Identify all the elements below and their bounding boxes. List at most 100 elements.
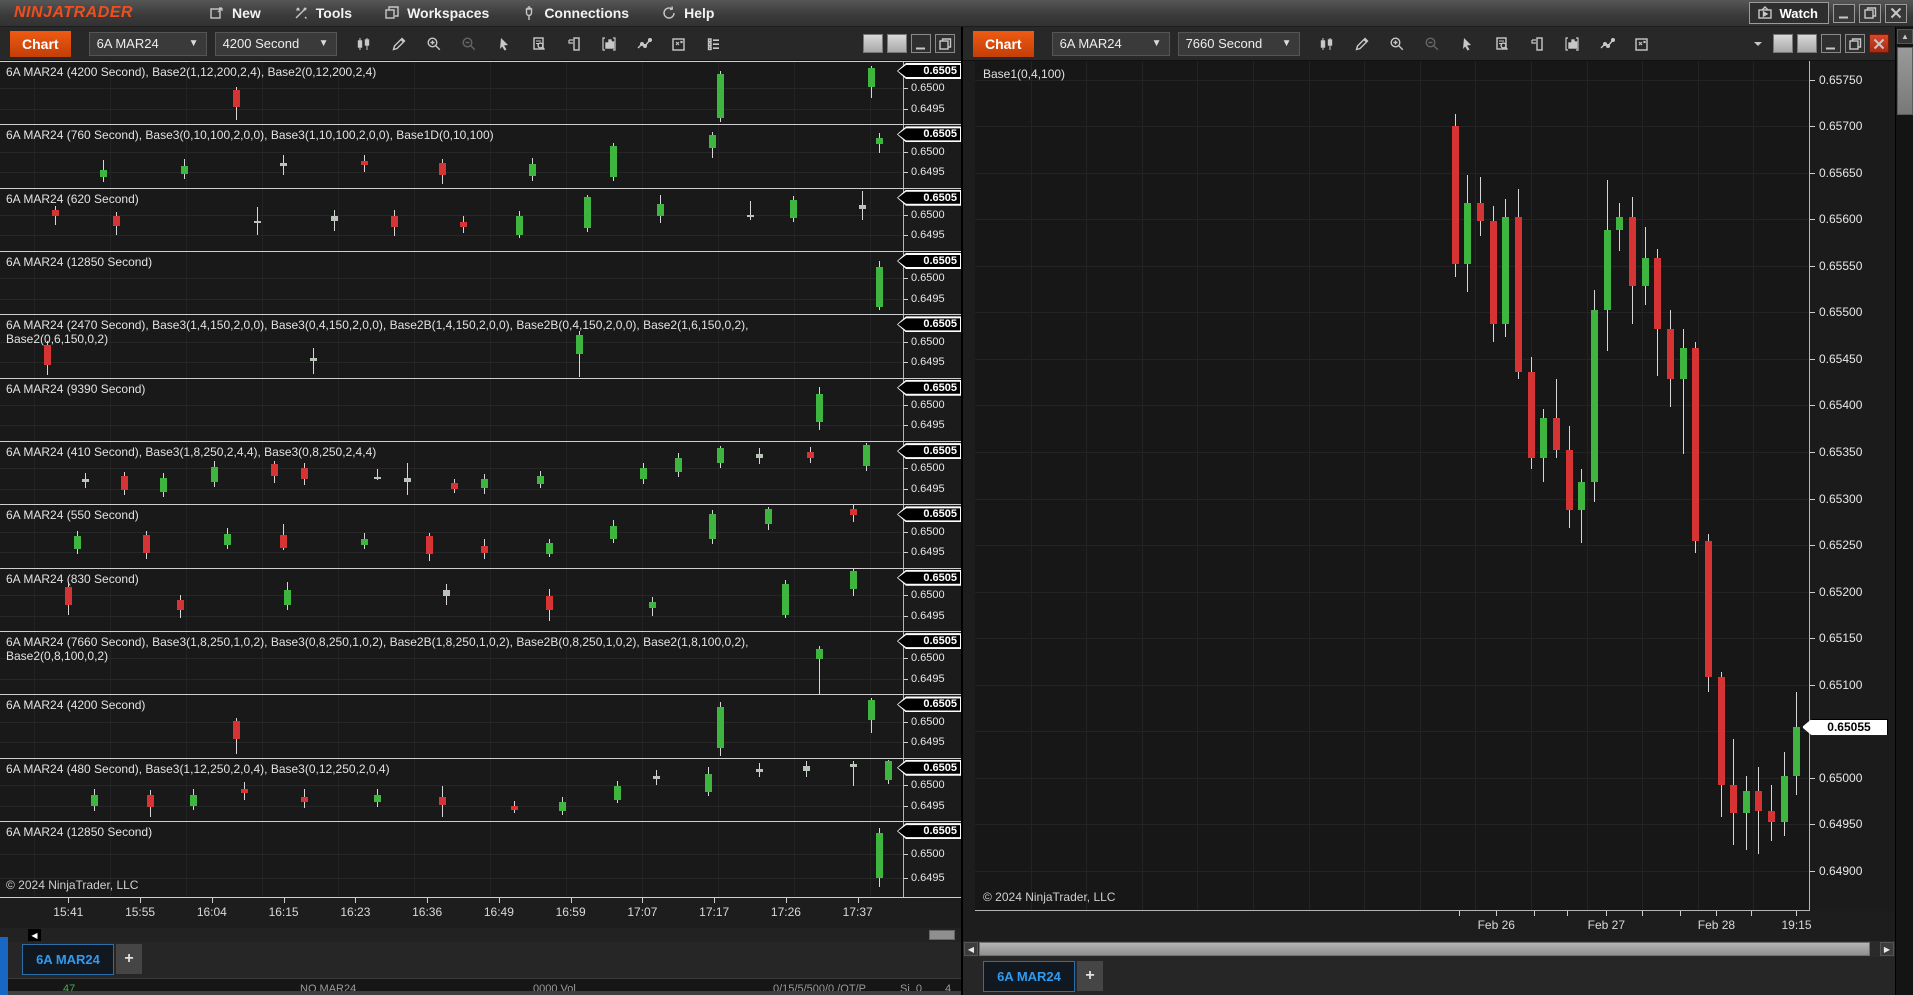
- right-grey-button-1[interactable]: [1773, 34, 1793, 53]
- panel-price-axis[interactable]: 0.6505 0.6500 0.6495: [897, 315, 961, 378]
- menu-tools[interactable]: Tools: [277, 0, 368, 26]
- candlestick-tool-button[interactable]: [1316, 33, 1338, 55]
- list-tool-button[interactable]: [703, 33, 725, 55]
- left-add-tab-button[interactable]: +: [116, 944, 142, 974]
- scroll-up-button[interactable]: ▲: [1897, 29, 1913, 44]
- chart-panel-11[interactable]: 6A MAR24 (4200 Second) 0.6505 0.6500 0.6495: [0, 695, 961, 759]
- polyline-tool-button[interactable]: [1596, 33, 1618, 55]
- right-price-axis[interactable]: 0.65750 0.65700 0.65650 0.65600 0.65550 0.655…: [1802, 61, 1895, 911]
- panel-plot[interactable]: 6A MAR24 (9390 Second): [0, 378, 903, 442]
- app-restore-button[interactable]: [1859, 3, 1881, 23]
- menu-workspaces[interactable]: Workspaces: [368, 0, 505, 26]
- polyline-tool-button[interactable]: [633, 33, 655, 55]
- panel-price-axis[interactable]: 0.6505 0.6500 0.6495: [897, 125, 961, 188]
- scrollbar-thumb[interactable]: [929, 930, 955, 940]
- left-chart-window-tab[interactable]: Chart: [10, 30, 71, 57]
- panel-price-axis[interactable]: 0.6505 0.6500 0.6495: [897, 378, 961, 442]
- scrollbar-thumb[interactable]: [979, 942, 1870, 956]
- right-chart-window-tab[interactable]: Chart: [973, 30, 1034, 57]
- left-grey-button-1[interactable]: [863, 34, 883, 53]
- panel-plot[interactable]: 6A MAR24 (2470 Second), Base3(1,4,150,2,…: [0, 315, 903, 378]
- panel-price-axis[interactable]: 0.6505 0.6500 0.6495: [897, 568, 961, 632]
- panel-link-tool-button[interactable]: [1526, 33, 1548, 55]
- price-tick-label: 0.65600: [1810, 212, 1862, 226]
- pencil-tool-button[interactable]: [388, 33, 410, 55]
- scrollbar-thumb[interactable]: [1897, 47, 1913, 115]
- right-add-tab-button[interactable]: +: [1077, 961, 1103, 991]
- panel-price-axis[interactable]: 0.6505 0.6500 0.6495: [897, 505, 961, 568]
- chart-panel-2[interactable]: 6A MAR24 (760 Second), Base3(0,10,100,2,…: [0, 125, 961, 189]
- panel-link-tool-button[interactable]: [563, 33, 585, 55]
- menu-new[interactable]: New: [193, 0, 277, 26]
- cursor-tool-button[interactable]: [1456, 33, 1478, 55]
- toolbar-overflow-chevron[interactable]: [1747, 33, 1769, 55]
- doc-search-tool-button[interactable]: [528, 33, 550, 55]
- panel-plot[interactable]: 6A MAR24 (550 Second): [0, 505, 903, 568]
- panel-plot[interactable]: 6A MAR24 (480 Second), Base3(1,12,250,2,…: [0, 758, 903, 822]
- scroll-left-button[interactable]: ◀: [28, 929, 41, 941]
- indicator-tool-button[interactable]: [598, 33, 620, 55]
- indicator-tool-button[interactable]: [1561, 33, 1583, 55]
- menu-connections[interactable]: Connections: [505, 0, 645, 26]
- watch-button[interactable]: Watch: [1749, 2, 1829, 24]
- chart-panel-1[interactable]: 6A MAR24 (4200 Second), Base2(1,12,200,2…: [0, 62, 961, 126]
- candlestick-tool-button[interactable]: [353, 33, 375, 55]
- app-close-button[interactable]: [1885, 3, 1907, 23]
- chart-panel-4[interactable]: 6A MAR24 (12850 Second) 0.6505 0.6500 0.649…: [0, 252, 961, 316]
- zoom-out-tool-button[interactable]: [458, 33, 480, 55]
- menu-help[interactable]: Help: [645, 0, 730, 26]
- app-minimize-button[interactable]: [1833, 3, 1855, 23]
- left-minimize-button[interactable]: [911, 34, 931, 53]
- chart-panel-13[interactable]: 6A MAR24 (12850 Second) © 2024 NinjaTrade…: [0, 822, 961, 898]
- panel-plot[interactable]: 6A MAR24 (4200 Second): [0, 695, 903, 758]
- chart-panel-5[interactable]: 6A MAR24 (2470 Second), Base3(1,4,150,2,…: [0, 315, 961, 379]
- panel-plot[interactable]: 6A MAR24 (760 Second), Base3(0,10,100,2,…: [0, 125, 903, 188]
- right-restore-button[interactable]: [1845, 34, 1865, 53]
- right-minimize-button[interactable]: [1821, 34, 1841, 53]
- panel-price-axis[interactable]: 0.6505 0.6500 0.6495: [897, 695, 961, 758]
- panel-plot[interactable]: 6A MAR24 (830 Second): [0, 568, 903, 632]
- panel-plot[interactable]: 6A MAR24 (410 Second), Base3(1,8,250,2,4…: [0, 442, 903, 505]
- chart-panel-8[interactable]: 6A MAR24 (550 Second) 0.6505 0.6500 0.6495: [0, 505, 961, 569]
- left-restore-button[interactable]: [935, 34, 955, 53]
- chart-panel-9[interactable]: 6A MAR24 (830 Second) 0.6505 0.6500 0.6495: [0, 568, 961, 633]
- chart-panel-7[interactable]: 6A MAR24 (410 Second), Base3(1,8,250,2,4…: [0, 442, 961, 506]
- panel-price-axis[interactable]: 0.6505 0.6500 0.6495: [897, 632, 961, 695]
- left-instrument-tab[interactable]: 6A MAR24: [22, 944, 114, 975]
- right-close-button[interactable]: [1869, 34, 1889, 53]
- script-tool-button[interactable]: [668, 33, 690, 55]
- left-grey-button-2[interactable]: [887, 34, 907, 53]
- left-interval-dropdown[interactable]: 4200 Second ▼: [214, 31, 337, 56]
- right-interval-dropdown[interactable]: 7660 Second ▼: [1177, 31, 1300, 56]
- left-instrument-dropdown[interactable]: 6A MAR24 ▼: [88, 31, 207, 56]
- panel-price-axis[interactable]: 0.6505 0.6500 0.6495: [897, 62, 961, 125]
- cursor-tool-button[interactable]: [493, 33, 515, 55]
- panel-plot[interactable]: 6A MAR24 (4200 Second), Base2(1,12,200,2…: [0, 62, 903, 125]
- panel-price-axis[interactable]: 0.6505 0.6500 0.6495: [897, 252, 961, 315]
- scroll-right-button[interactable]: ▶: [1880, 942, 1894, 956]
- doc-search-tool-button[interactable]: [1491, 33, 1513, 55]
- chart-panel-3[interactable]: 6A MAR24 (620 Second) 0.6505 0.6500 0.6495: [0, 188, 961, 253]
- zoom-in-tool-button[interactable]: [423, 33, 445, 55]
- panel-price-axis[interactable]: 0.6505 0.6500 0.6495: [897, 442, 961, 505]
- panel-plot[interactable]: 6A MAR24 (7660 Second), Base3(1,8,250,1,…: [0, 632, 903, 695]
- scroll-left-button[interactable]: ◀: [964, 942, 978, 956]
- right-plot-area[interactable]: Base1(0,4,100) © 2024 NinjaTrader, LLC: [975, 61, 1810, 911]
- chart-panel-10[interactable]: 6A MAR24 (7660 Second), Base3(1,8,250,1,…: [0, 632, 961, 696]
- right-grey-button-2[interactable]: [1797, 34, 1817, 53]
- chart-panel-6[interactable]: 6A MAR24 (9390 Second) 0.6505 0.6500 0.6495: [0, 378, 961, 443]
- chart-panel-12[interactable]: 6A MAR24 (480 Second), Base3(1,12,250,2,…: [0, 758, 961, 823]
- zoom-out-tool-button[interactable]: [1421, 33, 1443, 55]
- panel-price-axis[interactable]: 0.6505 0.6500 0.6495: [897, 822, 961, 897]
- panel-plot[interactable]: 6A MAR24 (12850 Second) © 2024 NinjaTrade…: [0, 822, 903, 897]
- panel-price-axis[interactable]: 0.6505 0.6500 0.6495: [897, 188, 961, 252]
- panel-plot[interactable]: 6A MAR24 (12850 Second): [0, 252, 903, 315]
- scrollbar-track[interactable]: [979, 942, 1879, 956]
- zoom-in-tool-button[interactable]: [1386, 33, 1408, 55]
- right-instrument-tab[interactable]: 6A MAR24: [983, 961, 1075, 992]
- script-tool-button[interactable]: [1631, 33, 1653, 55]
- right-instrument-dropdown[interactable]: 6A MAR24 ▼: [1051, 31, 1170, 56]
- pencil-tool-button[interactable]: [1351, 33, 1373, 55]
- panel-plot[interactable]: 6A MAR24 (620 Second): [0, 188, 903, 252]
- panel-price-axis[interactable]: 0.6505 0.6500 0.6495: [897, 758, 961, 822]
